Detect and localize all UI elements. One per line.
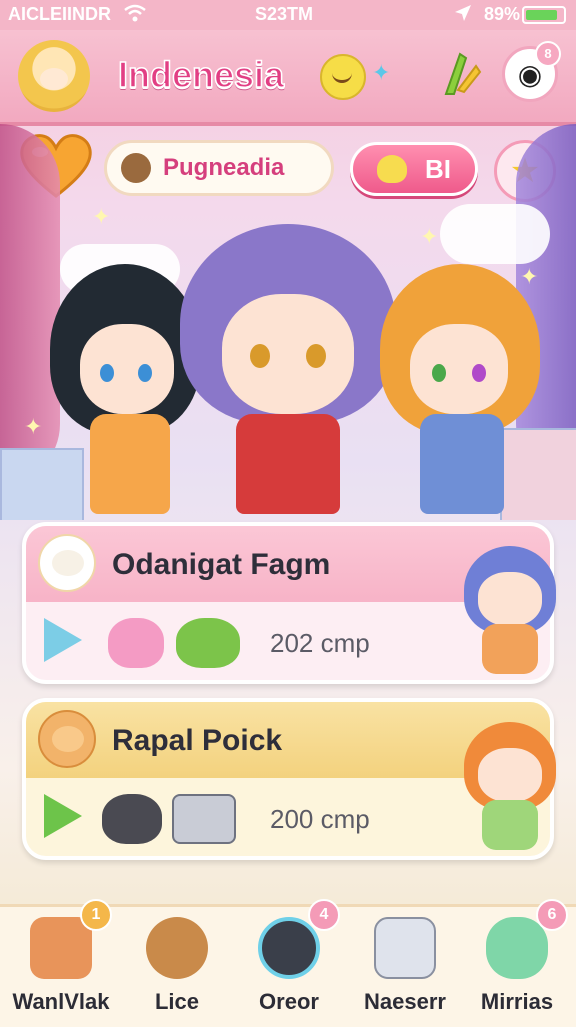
machine-icon — [172, 794, 236, 844]
bear-icon — [121, 153, 151, 183]
category-label: Pugneadia — [163, 154, 285, 181]
box-icon — [30, 917, 92, 979]
bottom-nav: 1 WanlVlak Lice 4 Oreor Naeserr 6 Mirria… — [0, 899, 576, 1027]
character-center — [180, 224, 396, 520]
category-selector[interactable]: Pugneadia — [104, 140, 334, 196]
settings-button[interactable]: ◉ 8 — [502, 41, 561, 102]
sparkle-icon: ✦ — [24, 414, 43, 439]
settings-badge: 8 — [535, 41, 561, 67]
sparkle-icon: ✦ — [92, 204, 111, 229]
game-card[interactable]: Rapal Poick 200 cmp — [22, 698, 556, 860]
carrier-label: AICLEIINDR — [8, 4, 111, 24]
card-count: 200 cmp — [270, 804, 370, 834]
nav-item-lice[interactable]: Lice — [122, 907, 232, 1027]
nav-item-mirrias[interactable]: 6 Mirrias — [462, 899, 572, 1027]
game-card[interactable]: Odanigat Fagm 202 cmp — [22, 522, 556, 684]
cat-icon — [102, 794, 162, 844]
status-bar: AICLEIINDR S23TM 89% — [0, 0, 576, 30]
nav-badge: 4 — [308, 899, 340, 931]
clock-label: S23TM — [255, 4, 314, 24]
nav-label: Naeserr — [364, 989, 446, 1014]
sparkle-icon: ✦ — [372, 60, 391, 85]
card-character — [458, 722, 562, 872]
character-left — [50, 264, 200, 520]
nav-label: Oreor — [259, 989, 319, 1014]
nav-item-naeserr[interactable]: Naeserr — [350, 907, 460, 1027]
nav-label: Mirrias — [480, 989, 554, 1014]
fox-icon — [38, 710, 96, 768]
nav-badge: 1 — [80, 899, 112, 931]
bear-icon — [146, 917, 208, 979]
camera-icon — [258, 917, 320, 979]
battery-level — [526, 10, 557, 20]
app-title: Indenesia — [117, 53, 285, 96]
card-character — [458, 546, 562, 696]
cloud — [440, 204, 550, 264]
leaf-icon[interactable] — [440, 50, 482, 98]
battery-icon — [522, 6, 566, 24]
nav-item-wanlvlak[interactable]: 1 WanlVlak — [6, 899, 116, 1027]
nav-item-oreor[interactable]: 4 Oreor — [234, 899, 344, 1027]
avatar[interactable] — [18, 40, 90, 112]
chick-icon — [377, 155, 407, 183]
monster-icon — [176, 618, 240, 668]
vending-machine-icon — [374, 917, 436, 979]
battery-percent: 89% — [484, 4, 521, 24]
bunny-icon — [486, 917, 548, 979]
bi-label: BI — [425, 153, 451, 184]
bear-icon — [38, 534, 96, 592]
character-right — [380, 264, 540, 520]
nav-badge: 6 — [536, 899, 568, 931]
location-icon — [454, 4, 472, 27]
play-icon[interactable] — [44, 618, 82, 662]
card-title: Rapal Poick — [112, 724, 283, 757]
wifi-icon — [124, 4, 146, 27]
nav-label: WanlVlak — [12, 989, 110, 1014]
play-icon[interactable] — [44, 794, 82, 838]
card-title: Odanigat Fagm — [112, 548, 331, 581]
pig-icon — [108, 618, 164, 668]
mascot-icon[interactable] — [320, 54, 366, 100]
card-count: 202 cmp — [270, 628, 370, 658]
bi-button[interactable]: BI — [350, 142, 478, 196]
nav-label: Lice — [154, 989, 200, 1014]
hero-illustration: ✦ ✦ ✦ ✦ — [0, 124, 576, 520]
sparkle-icon: ✦ — [420, 224, 439, 249]
app-header: Indenesia ✦ ◉ 8 — [0, 30, 576, 126]
